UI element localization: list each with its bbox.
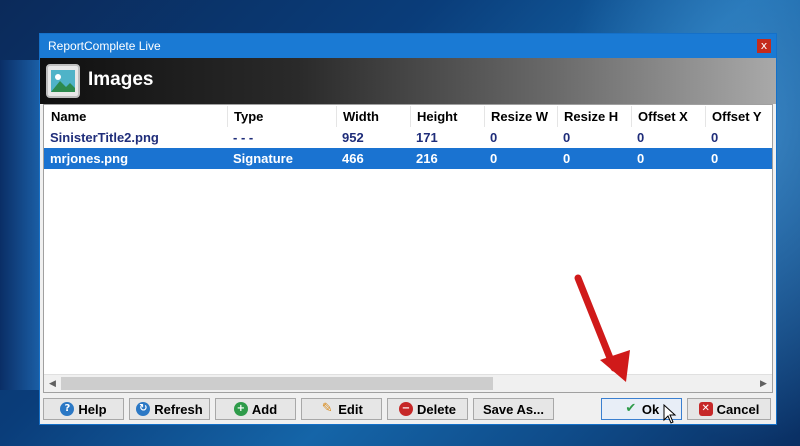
- cell-height: 171: [416, 130, 438, 145]
- cell-resize-h: 0: [563, 130, 571, 145]
- cell-offset-y: 0: [711, 151, 719, 166]
- cell-offset-x: 0: [637, 130, 645, 145]
- mouse-cursor-icon: [663, 404, 677, 424]
- table-row[interactable]: SinisterTitle2.png - - - 952 171 0 0 0 0: [44, 127, 772, 148]
- cell-offset-x: 0: [637, 151, 645, 166]
- column-header-height[interactable]: Height: [411, 106, 485, 127]
- cancel-icon: ✕: [698, 402, 713, 416]
- help-button[interactable]: ? Help: [43, 398, 124, 420]
- cell-type: Signature: [233, 151, 293, 166]
- annotation-arrow-icon: [574, 274, 630, 382]
- pencil-icon: ✎: [321, 401, 333, 416]
- edit-button-label: Edit: [338, 401, 363, 417]
- save-as-button-label: Save As...: [483, 401, 544, 417]
- ok-button-label: Ok: [641, 401, 660, 417]
- delete-button[interactable]: − Delete: [387, 398, 468, 420]
- refresh-icon: ↻: [136, 402, 151, 416]
- add-button-label: Add: [251, 401, 278, 417]
- title-bar[interactable]: ReportComplete Live x: [40, 34, 776, 58]
- cell-height: 216: [416, 151, 438, 166]
- image-icon: [46, 64, 80, 98]
- cancel-button[interactable]: ✕ Cancel: [687, 398, 771, 420]
- refresh-button[interactable]: ↻ Refresh: [129, 398, 210, 420]
- cell-resize-w: 0: [490, 130, 498, 145]
- table-row-selected[interactable]: mrjones.png Signature 466 216 0 0 0 0: [44, 148, 772, 169]
- edit-button[interactable]: ✎ Edit: [301, 398, 382, 420]
- cell-width: 952: [342, 130, 364, 145]
- delete-icon: −: [398, 402, 413, 416]
- cancel-button-label: Cancel: [716, 401, 760, 417]
- column-header-row: Name Type Width Height Resize W Resize H…: [44, 105, 772, 127]
- scroll-left-icon[interactable]: ◀: [44, 375, 61, 392]
- page-title: Images: [88, 69, 154, 90]
- dialog-header: Images: [40, 58, 776, 104]
- images-dialog: ReportComplete Live x Images Name Type W…: [39, 33, 777, 425]
- desktop-background-streak: [0, 60, 40, 390]
- add-button[interactable]: + Add: [215, 398, 296, 420]
- cell-type: - - -: [233, 130, 254, 145]
- column-header-offset-y[interactable]: Offset Y: [706, 106, 772, 127]
- horizontal-scrollbar[interactable]: ◀ ▶: [44, 374, 772, 392]
- delete-button-label: Delete: [416, 401, 457, 417]
- scroll-right-icon[interactable]: ▶: [755, 375, 772, 392]
- column-header-width[interactable]: Width: [337, 106, 411, 127]
- column-header-offset-x[interactable]: Offset X: [632, 106, 706, 127]
- help-icon: ?: [60, 402, 75, 416]
- cell-name: SinisterTitle2.png: [50, 130, 159, 145]
- close-button[interactable]: x: [757, 39, 771, 53]
- save-as-button[interactable]: Save As...: [473, 398, 554, 420]
- cell-name: mrjones.png: [50, 151, 129, 166]
- images-list[interactable]: Name Type Width Height Resize W Resize H…: [43, 104, 773, 393]
- refresh-button-label: Refresh: [154, 401, 203, 417]
- checkmark-icon: ✔: [625, 401, 637, 416]
- help-button-label: Help: [78, 401, 107, 417]
- column-header-name[interactable]: Name: [45, 106, 228, 127]
- window-title: ReportComplete Live: [48, 39, 161, 53]
- cell-width: 466: [342, 151, 364, 166]
- column-header-resize-h[interactable]: Resize H: [558, 106, 632, 127]
- cell-resize-w: 0: [490, 151, 498, 166]
- add-icon: +: [233, 402, 248, 416]
- column-header-type[interactable]: Type: [228, 106, 337, 127]
- column-header-resize-w[interactable]: Resize W: [485, 106, 558, 127]
- cell-offset-y: 0: [711, 130, 719, 145]
- scrollbar-thumb[interactable]: [61, 377, 493, 390]
- cell-resize-h: 0: [563, 151, 571, 166]
